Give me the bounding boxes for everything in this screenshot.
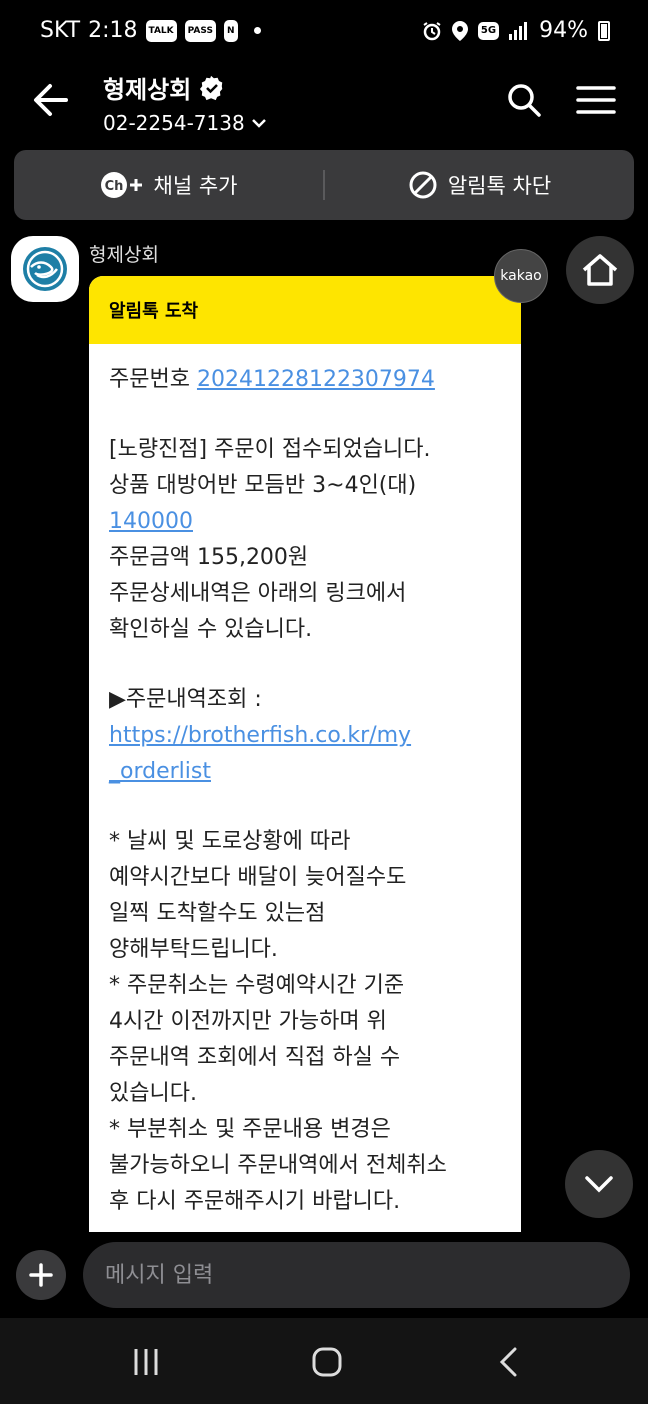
alimtalk-message-bubble: 알림톡 도착 주문번호 20241228122307974 [노량진점] 주문이… xyxy=(89,276,521,1232)
home-button[interactable] xyxy=(566,236,634,304)
scroll-down-button[interactable] xyxy=(565,1150,633,1218)
chat-phone-number: 02-2254-7138 xyxy=(103,111,245,135)
alarm-icon xyxy=(423,21,441,40)
notice-line: 예약시간보다 배달이 늦어질수도 xyxy=(109,865,407,890)
pass-notification-icon: PASS xyxy=(184,19,216,42)
block-alimtalk-button[interactable]: 알림톡 차단 xyxy=(325,150,634,220)
home-nav-icon xyxy=(312,1347,342,1377)
battery-percent: 94% xyxy=(539,18,588,43)
notice-line: 주문내역 조회에서 직접 하실 수 xyxy=(109,1045,401,1070)
message-line: [노량진점] 주문이 접수되었습니다. xyxy=(109,437,431,462)
notice-line: * 날씨 및 도로상황에 따라 xyxy=(109,829,351,854)
home-icon xyxy=(582,254,618,286)
sender-avatar[interactable] xyxy=(11,236,79,302)
recent-apps-button[interactable] xyxy=(124,1340,168,1384)
chat-title-area[interactable]: 형제상회 02-2254-7138 xyxy=(103,70,267,135)
message-line: 주문금액 155,200원 xyxy=(109,545,309,570)
search-button[interactable] xyxy=(504,80,544,120)
status-right: 5G 94% xyxy=(422,18,610,43)
message-line: 상품 대방어반 모듬반 3~4인(대) xyxy=(109,473,417,498)
recent-apps-icon xyxy=(134,1349,158,1375)
system-nav-bar xyxy=(0,1318,648,1404)
order-number-line: 주문번호 20241228122307974 xyxy=(109,362,501,398)
talk-notification-icon: TALK xyxy=(145,19,177,42)
notice-line: 일찍 도착할수도 있는점 xyxy=(109,901,326,926)
add-channel-button[interactable]: Ch 채널 추가 xyxy=(14,150,323,220)
more-notifications-dot xyxy=(253,27,261,34)
chat-title: 형제상회 xyxy=(103,76,192,104)
plus-icon xyxy=(29,1263,53,1287)
naver-notification-icon: N xyxy=(223,19,238,42)
fish-logo-icon xyxy=(23,247,67,291)
order-list-link[interactable]: https://brotherfish.co.kr/my xyxy=(109,723,411,748)
clock: 2:18 xyxy=(88,18,138,43)
ch-badge-text: Ch xyxy=(104,179,123,194)
network-type-icon: 5G xyxy=(477,21,500,40)
notice-line: * 부분취소 및 주문내용 변경은 xyxy=(109,1117,391,1142)
chevron-down-icon[interactable] xyxy=(251,117,267,129)
status-bar: SKT 2:18 TALK PASS N 5G 94% xyxy=(0,0,648,66)
add-channel-label: 채널 추가 xyxy=(153,174,238,198)
notice-line: * 주문취소는 수령예약시간 기준 xyxy=(109,973,405,998)
notice-line: 불가능하오니 주문내역에서 전체취소 xyxy=(109,1153,447,1178)
chevron-down-icon xyxy=(585,1176,613,1193)
home-nav-button[interactable] xyxy=(305,1340,349,1384)
menu-icon xyxy=(576,86,616,114)
back-button[interactable] xyxy=(28,78,76,122)
back-nav-button[interactable] xyxy=(487,1340,531,1384)
status-left: SKT 2:18 TALK PASS N xyxy=(40,18,261,43)
notice-line: 후 다시 주문해주시기 바랍니다. xyxy=(109,1189,401,1214)
sender-name: 형제상회 xyxy=(89,244,159,266)
notice-line: 4시간 이전까지만 가능하며 위 xyxy=(109,1009,387,1034)
menu-button[interactable] xyxy=(574,80,618,120)
chat-header: 형제상회 02-2254-7138 xyxy=(0,66,648,146)
order-list-link-cont[interactable]: _orderlist xyxy=(109,759,211,784)
search-icon xyxy=(508,84,541,117)
battery-icon xyxy=(598,20,610,41)
message-body: 주문번호 20241228122307974 [노량진점] 주문이 접수되었습니… xyxy=(89,344,521,1220)
price-link[interactable]: 140000 xyxy=(109,509,193,534)
back-nav-icon xyxy=(499,1347,517,1377)
message-head: 알림톡 도착 xyxy=(89,276,521,344)
message-input[interactable] xyxy=(83,1242,630,1308)
block-icon xyxy=(409,171,437,199)
order-number-link[interactable]: 20241228122307974 xyxy=(197,367,435,392)
notice-line: 있습니다. xyxy=(109,1081,197,1106)
message-input-bar xyxy=(0,1240,648,1314)
carrier-label: SKT xyxy=(40,18,81,43)
channel-action-bar: Ch 채널 추가 알림톡 차단 xyxy=(14,150,634,220)
signal-icon xyxy=(509,21,528,40)
channel-plus-icon: Ch xyxy=(100,170,144,200)
block-alimtalk-label: 알림톡 차단 xyxy=(447,174,552,198)
message-line: 주문상세내역은 아래의 링크에서 xyxy=(109,581,407,606)
attach-plus-button[interactable] xyxy=(16,1250,66,1300)
order-number-label: 주문번호 xyxy=(109,367,190,392)
location-icon xyxy=(451,20,468,41)
order-inquiry-label: ▶주문내역조회 : xyxy=(109,687,262,712)
message-line: 확인하실 수 있습니다. xyxy=(109,617,313,642)
notice-line: 양해부탁드립니다. xyxy=(109,937,278,962)
verified-badge-icon xyxy=(200,75,223,100)
back-arrow-icon xyxy=(34,84,68,116)
kakao-badge: kakao xyxy=(494,249,548,303)
